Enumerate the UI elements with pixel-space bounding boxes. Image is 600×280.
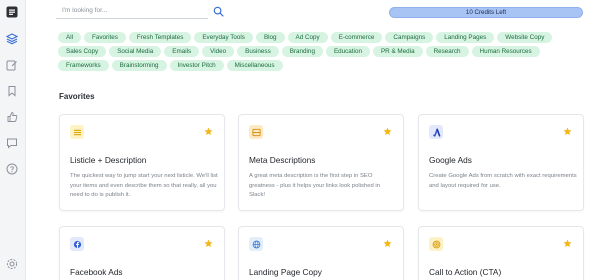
card-title: Landing Page Copy: [249, 267, 322, 277]
meta-icon: [249, 125, 263, 139]
target-icon: [429, 237, 443, 251]
template-card-facebook-ads[interactable]: Facebook Ads: [59, 226, 225, 280]
search-icon[interactable]: [211, 4, 225, 18]
logo-icon[interactable]: [5, 5, 19, 19]
star-icon[interactable]: [383, 239, 392, 248]
category-pill[interactable]: Brainstorming: [111, 60, 167, 71]
category-pill[interactable]: Everyday Tools: [194, 32, 253, 43]
search-bar: [56, 3, 226, 19]
card-title: Meta Descriptions: [249, 155, 316, 165]
category-pill[interactable]: Frameworks: [58, 60, 109, 71]
category-pill[interactable]: Miscellaneous: [226, 60, 283, 71]
category-pill[interactable]: E-commerce: [330, 32, 383, 43]
star-icon[interactable]: [204, 127, 213, 136]
favorites-heading: Favorites: [59, 92, 95, 101]
template-card-landing-page-copy[interactable]: Landing Page Copy: [238, 226, 404, 280]
category-pill[interactable]: Branding: [281, 46, 323, 57]
category-pill[interactable]: Sales Copy: [58, 46, 107, 57]
card-title: Call to Action (CTA): [429, 267, 502, 277]
chat-icon[interactable]: [5, 136, 19, 150]
category-pill[interactable]: Favorites: [84, 32, 126, 43]
category-pill[interactable]: Blog: [255, 32, 285, 43]
category-pill[interactable]: Website Copy: [497, 32, 553, 43]
settings-icon[interactable]: [5, 257, 19, 271]
card-title: Google Ads: [429, 155, 472, 165]
category-pill[interactable]: Fresh Templates: [128, 32, 192, 43]
category-pill[interactable]: Video: [202, 46, 235, 57]
google-ads-icon: [429, 125, 443, 139]
layers-icon[interactable]: [5, 32, 19, 46]
star-icon[interactable]: [563, 239, 572, 248]
template-card-listicle[interactable]: Listicle + Description The quickest way …: [59, 114, 225, 211]
globe-icon: [249, 237, 263, 251]
template-card-google-ads[interactable]: Google Ads Create Google Ads from scratc…: [418, 114, 584, 211]
list-icon: [70, 125, 84, 139]
category-pill[interactable]: Human Resources: [471, 46, 540, 57]
category-pill[interactable]: Ad Copy: [287, 32, 328, 43]
category-pill[interactable]: All: [58, 32, 81, 43]
star-icon[interactable]: [563, 127, 572, 136]
category-pill[interactable]: Campaigns: [385, 32, 434, 43]
category-filter-list: All Favorites Fresh Templates Everyday T…: [58, 32, 588, 71]
category-pill[interactable]: PR & Media: [372, 46, 423, 57]
edit-icon[interactable]: [5, 58, 19, 72]
card-title: Facebook Ads: [70, 267, 123, 277]
bookmark-icon[interactable]: [5, 84, 19, 98]
template-card-call-to-action[interactable]: Call to Action (CTA): [418, 226, 584, 280]
help-icon[interactable]: [5, 162, 19, 176]
category-pill[interactable]: Emails: [164, 46, 200, 57]
category-pill[interactable]: Investor Pitch: [169, 60, 224, 71]
category-pill[interactable]: Landing Pages: [436, 32, 495, 43]
card-description: A great meta description is the first st…: [249, 173, 380, 198]
template-card-meta-descriptions[interactable]: Meta Descriptions A great meta descripti…: [238, 114, 404, 211]
star-icon[interactable]: [204, 239, 213, 248]
star-icon[interactable]: [383, 127, 392, 136]
category-pill[interactable]: Research: [425, 46, 469, 57]
category-pill[interactable]: Social Media: [109, 46, 162, 57]
category-pill[interactable]: Education: [325, 46, 370, 57]
sidebar: [0, 0, 26, 280]
credits-badge[interactable]: 10 Credits Left: [389, 7, 583, 18]
card-title: Listicle + Description: [70, 155, 147, 165]
card-description: The quickest way to jump start your next…: [70, 173, 218, 198]
facebook-icon: [70, 237, 84, 251]
card-description: Create Google Ads from scratch with exac…: [429, 173, 577, 189]
category-pill[interactable]: Business: [237, 46, 279, 57]
search-input[interactable]: [56, 3, 208, 19]
thumbs-up-icon[interactable]: [5, 110, 19, 124]
